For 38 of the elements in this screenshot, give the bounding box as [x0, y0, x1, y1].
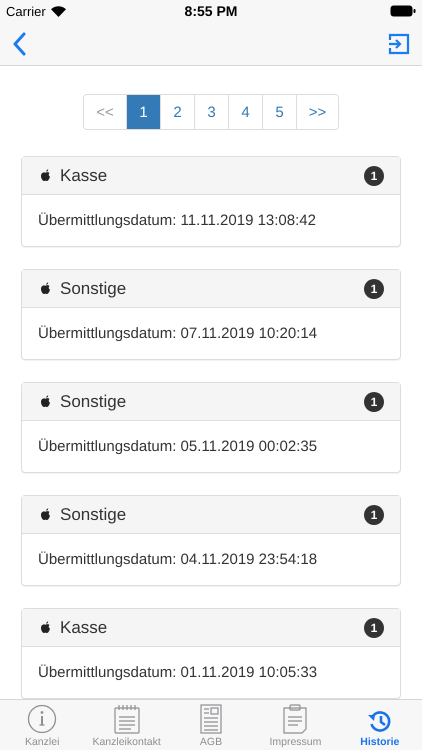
document-icon — [200, 704, 222, 734]
apple-icon — [40, 620, 52, 634]
logout-icon[interactable] — [388, 32, 410, 54]
transmission-date: Übermittlungsdatum: 05.11.2019 00:02:35 — [37, 437, 318, 457]
notepad-icon — [114, 704, 140, 734]
history-icon — [366, 708, 393, 734]
apple-icon — [40, 508, 52, 522]
back-icon[interactable] — [12, 32, 26, 56]
count-badge: 1 — [364, 392, 384, 412]
page-button[interactable]: 1 — [126, 95, 160, 129]
battery-icon — [390, 5, 416, 17]
card-title: Sonstige — [60, 278, 128, 298]
transmission-date: Übermittlungsdatum: 04.11.2019 23:54:18 — [37, 550, 318, 570]
apple-icon — [40, 168, 52, 182]
transmission-date: Übermittlungsdatum: 07.11.2019 10:20:14 — [37, 324, 318, 344]
tab-item[interactable]: Kanzleikontakt — [84, 700, 169, 750]
clipboard-icon — [283, 704, 308, 734]
transmission-date: Übermittlungsdatum: 11.11.2019 13:08:42 — [37, 211, 317, 231]
count-badge: 1 — [364, 504, 384, 524]
card-title: Kasse — [60, 618, 108, 638]
transmission-date: Übermittlungsdatum: 01.11.2019 10:05:33 — [37, 663, 318, 683]
apple-icon — [40, 394, 52, 408]
count-badge: 1 — [364, 278, 384, 298]
carrier-label: Carrier — [6, 4, 46, 18]
tab-item[interactable]: Kanzlei — [0, 700, 84, 750]
apple-icon — [40, 282, 52, 296]
tab-item[interactable]: AGB — [168, 700, 254, 750]
card-title: Sonstige — [60, 504, 128, 524]
card-title: Kasse — [60, 166, 108, 186]
tab-item[interactable]: Impressum — [253, 700, 338, 750]
info-icon — [27, 704, 58, 734]
tab-item[interactable]: Historie — [338, 700, 422, 750]
page-button[interactable]: >> — [296, 95, 338, 129]
count-badge: 1 — [364, 166, 384, 186]
wifi-icon — [50, 6, 66, 16]
status-time: 8:55 PM — [184, 3, 238, 19]
card-title: Sonstige — [60, 392, 128, 412]
count-badge: 1 — [364, 618, 384, 638]
